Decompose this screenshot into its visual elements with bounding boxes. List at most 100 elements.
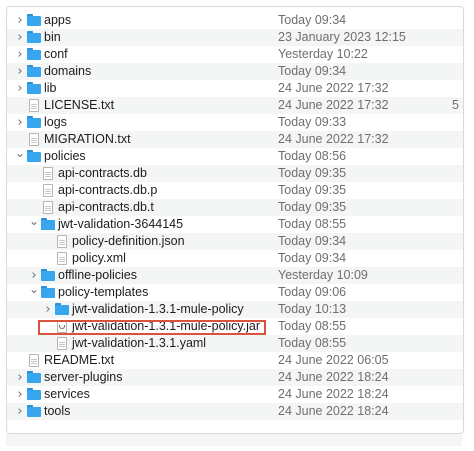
file-row[interactable]: api-contracts.db.t Today 09:35 (7, 199, 463, 216)
file-row[interactable]: MIGRATION.txt 24 June 2022 17:32 (7, 131, 463, 148)
file-name: LICENSE.txt (44, 98, 115, 112)
file-row[interactable]: ⌄ policies Today 08:56 (7, 147, 463, 165)
document-icon (41, 201, 55, 214)
file-row[interactable]: › offline-policies Yesterday 10:09 (7, 267, 463, 284)
chevron-right-icon[interactable]: › (15, 29, 25, 46)
document-icon (27, 133, 41, 146)
file-date: Today 08:56 (278, 149, 347, 163)
file-date: Today 08:55 (278, 319, 347, 333)
chevron-down-icon[interactable]: ⌄ (29, 283, 39, 301)
file-date: Today 08:55 (278, 217, 347, 231)
file-name: tools (44, 404, 71, 418)
folder-icon (27, 14, 41, 27)
file-date: Today 09:34 (278, 13, 347, 27)
file-row[interactable]: › apps Today 09:34 (7, 12, 463, 29)
file-date: 24 June 2022 17:32 (278, 81, 389, 95)
chevron-right-icon[interactable]: › (15, 12, 25, 29)
folder-icon (27, 31, 41, 44)
file-date: Today 09:35 (278, 183, 347, 197)
file-row[interactable]: › bin 23 January 2023 12:15 (7, 29, 463, 46)
file-list: › apps Today 09:34 › bin 23 January 2023 12:1… (7, 12, 463, 433)
file-name: offline-policies (58, 268, 137, 282)
chevron-right-icon[interactable]: › (15, 369, 25, 386)
document-icon (55, 337, 69, 350)
file-name: lib (44, 81, 57, 95)
file-row[interactable]: ⌄ policy-templates Today 09:06 (7, 283, 463, 301)
file-row[interactable]: LICENSE.txt 24 June 2022 17:32 5 (7, 97, 463, 114)
file-date: 24 June 2022 17:32 (278, 132, 389, 146)
folder-icon (27, 65, 41, 78)
chevron-right-icon[interactable]: › (43, 301, 53, 318)
file-name: jwt-validation-1.3.1.yaml (72, 336, 207, 350)
document-icon (41, 184, 55, 197)
folder-icon (41, 286, 55, 299)
document-icon (41, 167, 55, 180)
file-size-partial: 5 (452, 98, 459, 112)
file-name: server-plugins (44, 370, 123, 384)
file-row[interactable]: api-contracts.db.p Today 09:35 (7, 182, 463, 199)
folder-icon (27, 150, 41, 163)
finder-window: › apps Today 09:34 › bin 23 January 2023 12:1… (6, 6, 464, 434)
file-date: 24 June 2022 18:24 (278, 370, 389, 384)
document-icon (55, 252, 69, 265)
chevron-right-icon[interactable]: › (15, 46, 25, 63)
file-name: api-contracts.db (58, 166, 147, 180)
chevron-right-icon[interactable]: › (15, 386, 25, 403)
file-row[interactable]: api-contracts.db Today 09:35 (7, 165, 463, 182)
folder-icon (27, 116, 41, 129)
empty-row (7, 420, 463, 433)
file-date: Today 09:34 (278, 251, 347, 265)
chevron-down-icon[interactable]: ⌄ (15, 147, 25, 165)
file-name: policies (44, 149, 86, 163)
file-name: services (44, 387, 90, 401)
folder-icon (27, 388, 41, 401)
file-row[interactable]: jwt-validation-1.3.1.yaml Today 08:55 (7, 335, 463, 352)
file-row[interactable]: README.txt 24 June 2022 06:05 (7, 352, 463, 369)
file-date: Today 09:35 (278, 166, 347, 180)
file-row[interactable]: policy-definition.json Today 09:34 (7, 233, 463, 250)
file-row[interactable]: policy.xml Today 09:34 (7, 250, 463, 267)
file-row[interactable]: › domains Today 09:34 (7, 63, 463, 80)
document-icon (27, 99, 41, 112)
file-date: Yesterday 10:22 (278, 47, 368, 61)
file-name: jwt-validation-1.3.1-mule-policy (72, 302, 244, 316)
folder-icon (27, 405, 41, 418)
file-date: Today 09:34 (278, 234, 347, 248)
folder-icon (27, 48, 41, 61)
file-name: bin (44, 30, 61, 44)
document-icon (55, 235, 69, 248)
file-date: Today 09:33 (278, 115, 347, 129)
file-name: conf (44, 47, 68, 61)
file-date: Today 09:35 (278, 200, 347, 214)
file-row[interactable]: › services 24 June 2022 18:24 (7, 386, 463, 403)
file-row[interactable]: › logs Today 09:33 (7, 114, 463, 131)
file-name: api-contracts.db.p (58, 183, 158, 197)
chevron-down-icon[interactable]: ⌄ (29, 215, 39, 233)
file-name: logs (44, 115, 67, 129)
file-name: domains (44, 64, 92, 78)
file-row[interactable]: › jwt-validation-1.3.1-mule-policy Today 1… (7, 301, 463, 318)
file-name: jwt-validation-3644145 (58, 217, 184, 231)
chevron-right-icon[interactable]: › (15, 403, 25, 420)
chevron-right-icon[interactable]: › (15, 63, 25, 80)
folder-icon (55, 303, 69, 316)
file-row[interactable]: › server-plugins 24 June 2022 18:24 (7, 369, 463, 386)
file-row[interactable]: › conf Yesterday 10:22 (7, 46, 463, 63)
file-date: Today 09:34 (278, 64, 347, 78)
file-row[interactable]: ⌄ jwt-validation-3644145 Today 08:55 (7, 215, 463, 233)
file-date: 24 June 2022 06:05 (278, 353, 389, 367)
file-name: policy.xml (72, 251, 126, 265)
chevron-right-icon[interactable]: › (15, 80, 25, 97)
folder-icon (41, 269, 55, 282)
file-date: 24 June 2022 17:32 (278, 98, 389, 112)
file-row[interactable]: › lib 24 June 2022 17:32 (7, 80, 463, 97)
bottom-strip (6, 434, 462, 446)
folder-icon (27, 82, 41, 95)
file-date: Today 10:13 (278, 302, 347, 316)
chevron-right-icon[interactable]: › (15, 114, 25, 131)
file-name: api-contracts.db.t (58, 200, 154, 214)
highlight-annotation (38, 320, 266, 335)
file-name: apps (44, 13, 72, 27)
file-date: Yesterday 10:09 (278, 268, 368, 282)
file-row[interactable]: › tools 24 June 2022 18:24 (7, 403, 463, 420)
